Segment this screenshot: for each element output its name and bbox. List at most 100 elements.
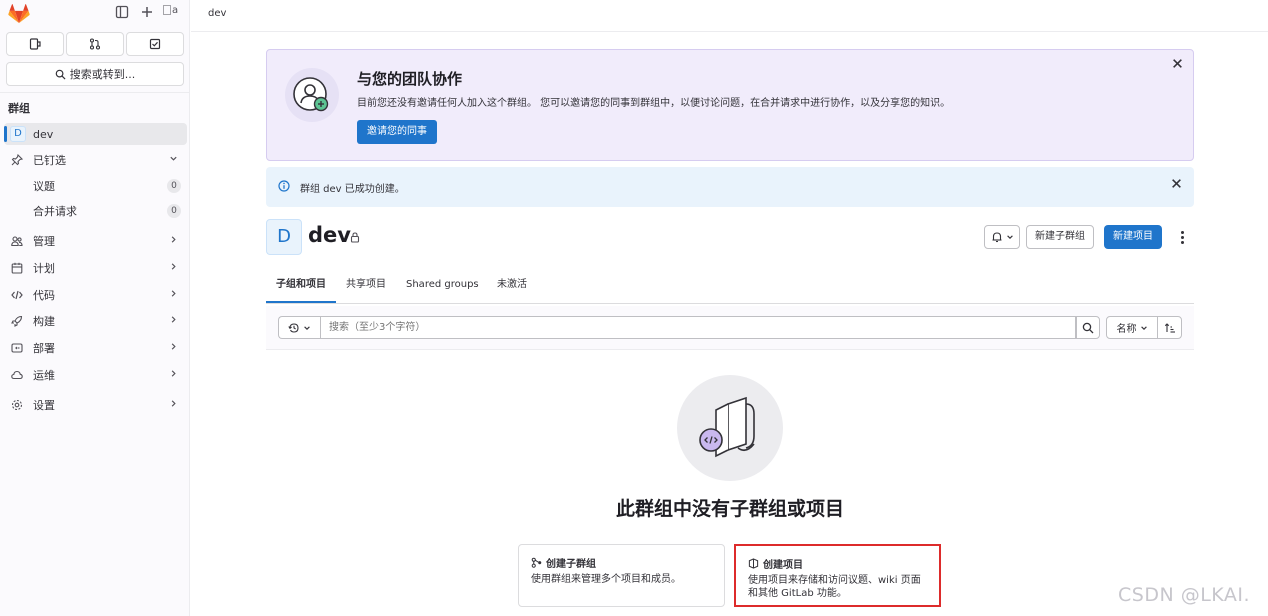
add-user-illustration-icon — [285, 68, 339, 122]
sidebar-item-label: 管理 — [33, 235, 55, 248]
sidebar-item-operate[interactable]: 运维 — [4, 364, 187, 386]
rocket-icon — [10, 314, 24, 328]
sidebar-item-label: 构建 — [33, 315, 55, 328]
sort-direction-button[interactable] — [1157, 316, 1182, 339]
tab-shared-projects[interactable]: 共享项目 — [336, 272, 396, 303]
users-icon — [10, 234, 24, 248]
broken-image-icon — [163, 5, 171, 15]
chevron-right-icon — [169, 262, 179, 274]
tab-inactive[interactable]: 未激活 — [487, 272, 537, 303]
card-title: 创建项目 — [748, 556, 927, 571]
chevron-right-icon — [169, 315, 179, 327]
sidebar-counters — [6, 32, 184, 56]
sort-lowest-icon — [1164, 322, 1175, 333]
todo-icon — [149, 38, 161, 50]
create-new-icon[interactable] — [139, 5, 155, 21]
sidebar-top: a — [0, 0, 190, 30]
sidebar-section-title: 群组 — [8, 102, 30, 115]
sidebar-item-manage[interactable]: 管理 — [4, 230, 187, 252]
search-icon — [55, 69, 66, 80]
count-badge: 0 — [167, 179, 181, 193]
sidebar-item-label: 部署 — [33, 342, 55, 355]
sidebar-item-deploy[interactable]: 部署 — [4, 337, 187, 359]
search-input[interactable] — [320, 316, 1076, 339]
info-icon — [278, 180, 290, 195]
sidebar-item-plan[interactable]: 计划 — [4, 257, 187, 279]
sidebar-toggle-icon[interactable] — [114, 5, 130, 21]
chevron-down-icon — [169, 154, 179, 166]
sidebar-item-label: 计划 — [33, 262, 55, 275]
chevron-right-icon — [169, 342, 179, 354]
sidebar-item-label: 运维 — [33, 369, 55, 382]
sidebar-item-label: 设置 — [33, 399, 55, 412]
sidebar-item-label: 已钉选 — [33, 154, 66, 167]
close-icon[interactable] — [1171, 178, 1182, 193]
bell-icon — [992, 232, 1001, 243]
breadcrumb[interactable]: dev — [208, 8, 226, 19]
tab-shared-groups[interactable]: Shared groups — [396, 272, 489, 303]
card-title-text: 创建子群组 — [546, 559, 596, 570]
code-icon — [10, 288, 24, 302]
chevron-down-icon — [304, 325, 310, 330]
lock-icon — [350, 232, 360, 246]
invite-colleagues-button[interactable]: 邀请您的同事 — [357, 120, 437, 144]
create-project-card[interactable]: 创建项目 使用项目来存储和访问议题、wiki 页面和其他 GitLab 功能。 — [734, 544, 941, 607]
search-or-goto-button[interactable]: 搜索或转到... — [6, 62, 184, 86]
sidebar-item-label: dev — [33, 127, 54, 141]
empty-state-title: 此群组中没有子群组或项目 — [615, 498, 844, 520]
create-subgroup-card[interactable]: 创建子群组 使用群组来管理多个项目和成员。 — [518, 544, 725, 607]
gitlab-logo-icon[interactable] — [8, 4, 30, 24]
card-title-text: 创建项目 — [763, 560, 803, 571]
group-avatar-small: D — [10, 126, 26, 142]
sort-dropdown-button[interactable]: 名称 — [1106, 316, 1158, 339]
page-title: dev — [308, 223, 351, 247]
sidebar-item-pinned[interactable]: 已钉选 — [4, 149, 187, 171]
banner-text: 目前您还没有邀请任何人加入这个群组。 您可以邀请您的同事到群组中，以便讨论问题，… — [357, 98, 951, 109]
notifications-dropdown-button[interactable] — [984, 225, 1020, 249]
sidebar-item-dev[interactable]: D dev — [4, 123, 187, 145]
count-badge: 0 — [167, 204, 181, 218]
merge-requests-counter-button[interactable] — [66, 32, 124, 56]
recent-searches-button[interactable] — [278, 316, 320, 339]
todo-counter-button[interactable] — [126, 32, 184, 56]
merge-request-icon — [89, 38, 101, 50]
subgroup-icon — [531, 557, 542, 568]
cloud-icon — [10, 368, 24, 382]
sort-label: 名称 — [1116, 324, 1137, 335]
sidebar-item-label: 代码 — [33, 289, 55, 302]
card-description: 使用项目来存储和访问议题、wiki 页面和其他 GitLab 功能。 — [748, 575, 921, 599]
sidebar-item-build[interactable]: 构建 — [4, 310, 187, 332]
search-label: 搜索或转到... — [69, 68, 136, 81]
new-project-button[interactable]: 新建项目 — [1104, 225, 1162, 249]
chevron-right-icon — [169, 399, 179, 411]
sidebar-item-label: 合并请求 — [33, 205, 77, 218]
card-description: 使用群组来管理多个项目和成员。 — [531, 574, 681, 585]
issues-icon — [29, 38, 41, 50]
pin-icon — [10, 153, 24, 167]
chevron-down-icon — [1140, 325, 1147, 330]
card-title: 创建子群组 — [531, 555, 712, 570]
project-icon — [748, 558, 759, 569]
deployments-icon — [10, 341, 24, 355]
sidebar-item-code[interactable]: 代码 — [4, 284, 187, 306]
new-subgroup-button[interactable]: 新建子群组 — [1026, 225, 1094, 249]
tab-subgroups-and-projects[interactable]: 子组和项目 — [266, 272, 336, 303]
issues-counter-button[interactable] — [6, 32, 64, 56]
sidebar-item-issues[interactable]: 议题 0 — [4, 175, 187, 197]
chevron-right-icon — [169, 289, 179, 301]
chevron-right-icon — [169, 369, 179, 381]
close-icon[interactable] — [1172, 58, 1183, 73]
sidebar-item-merge-requests[interactable]: 合并请求 0 — [4, 200, 187, 222]
more-actions-icon[interactable] — [1176, 228, 1188, 246]
watermark: CSDN @LKAI. — [1118, 584, 1251, 606]
sidebar-item-settings[interactable]: 设置 — [4, 394, 187, 416]
group-avatar: D — [266, 219, 302, 255]
invite-members-banner: 与您的团队协作 目前您还没有邀请任何人加入这个群组。 您可以邀请您的同事到群组中… — [266, 49, 1194, 161]
search-icon — [1082, 322, 1094, 333]
sidebar-divider — [0, 92, 190, 93]
calendar-icon — [10, 261, 24, 275]
group-created-alert: 群组 dev 已成功创建。 — [266, 167, 1194, 207]
search-submit-button[interactable] — [1076, 316, 1100, 339]
user-avatar[interactable]: a — [163, 4, 183, 20]
sidebar: a 搜索或转到... 群组 D dev 已钉选 议题 0 合并请求 0 管理 计… — [0, 0, 190, 616]
